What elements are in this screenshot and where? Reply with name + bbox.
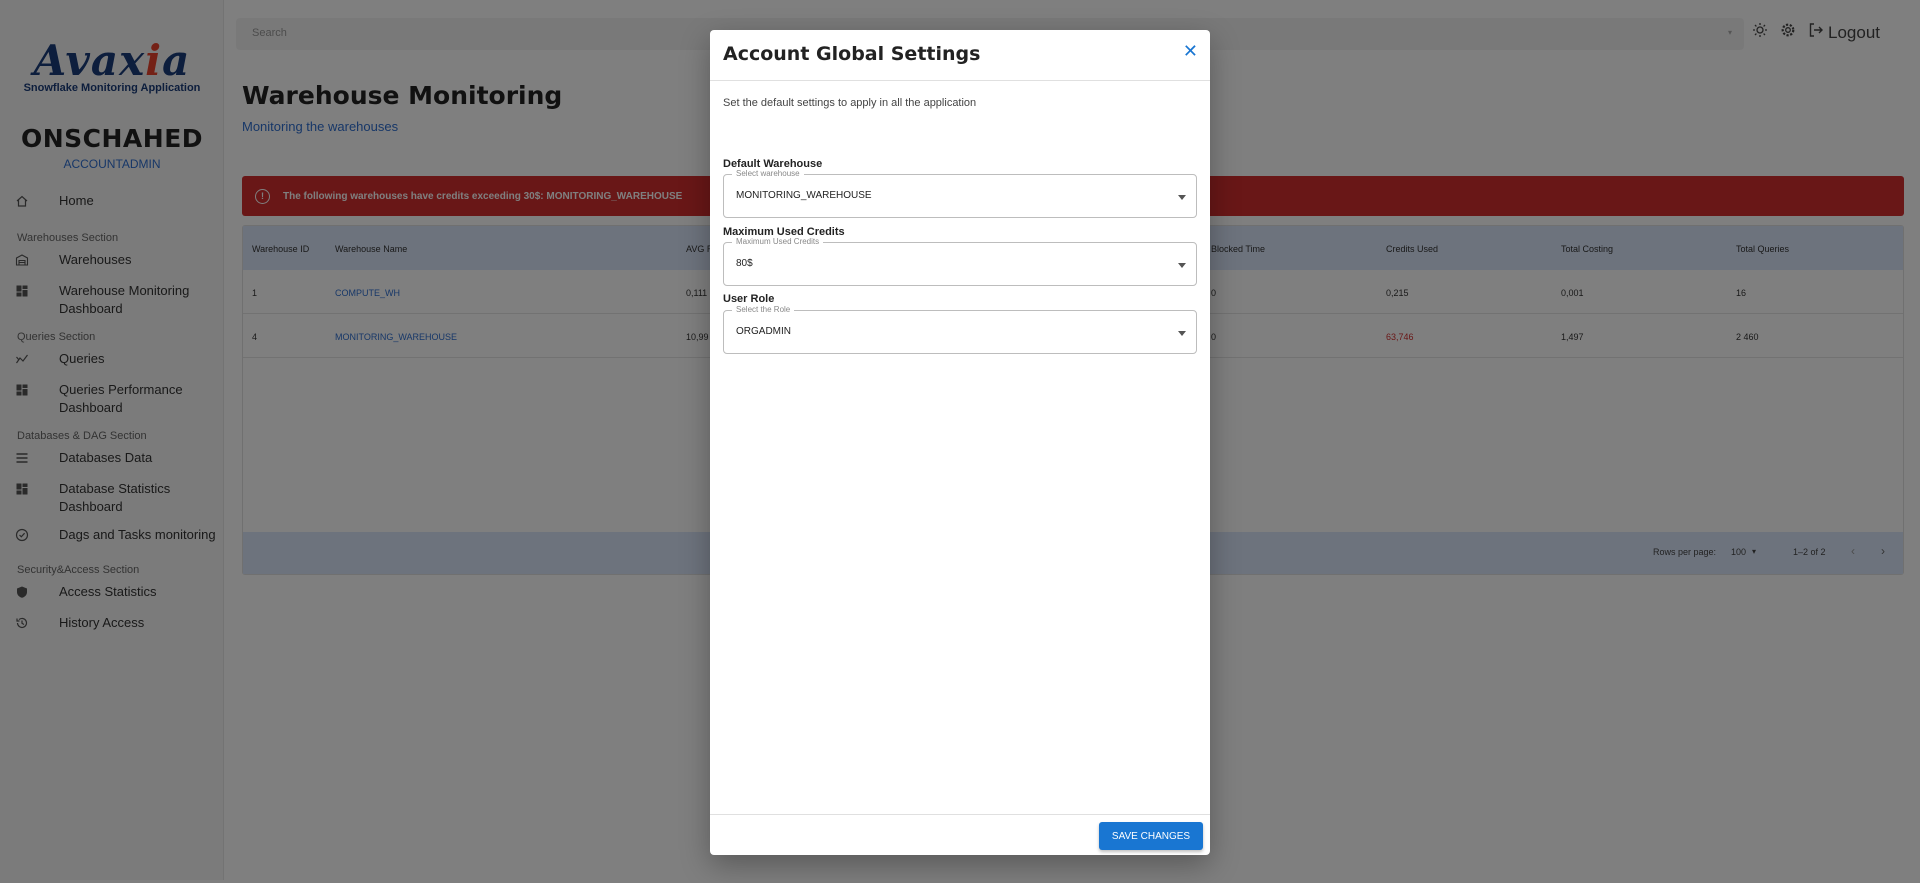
chevron-down-icon [1178, 195, 1186, 200]
divider [710, 80, 1210, 81]
default-warehouse-select[interactable]: Select warehouse MONITORING_WAREHOUSE [723, 169, 1197, 218]
user-role-label: User Role [723, 293, 775, 305]
dialog-description: Set the default settings to apply in all… [723, 97, 977, 109]
chevron-down-icon [1178, 263, 1186, 268]
dialog-title: Account Global Settings [723, 43, 981, 65]
close-icon[interactable]: ✕ [1183, 41, 1198, 62]
account-settings-dialog: Account Global Settings ✕ Set the defaul… [710, 30, 1210, 855]
select-value: MONITORING_WAREHOUSE [736, 190, 872, 201]
save-changes-button[interactable]: SAVE CHANGES [1099, 822, 1203, 850]
divider [710, 814, 1210, 815]
select-legend: Maximum Used Credits [732, 237, 824, 247]
select-value: 80$ [736, 258, 753, 269]
chevron-down-icon [1178, 331, 1186, 336]
max-credits-select[interactable]: Maximum Used Credits 80$ [723, 237, 1197, 286]
select-value: ORGADMIN [736, 326, 791, 337]
user-role-select[interactable]: Select the Role ORGADMIN [723, 305, 1197, 354]
select-legend: Select warehouse [732, 169, 804, 179]
select-legend: Select the Role [732, 305, 795, 315]
